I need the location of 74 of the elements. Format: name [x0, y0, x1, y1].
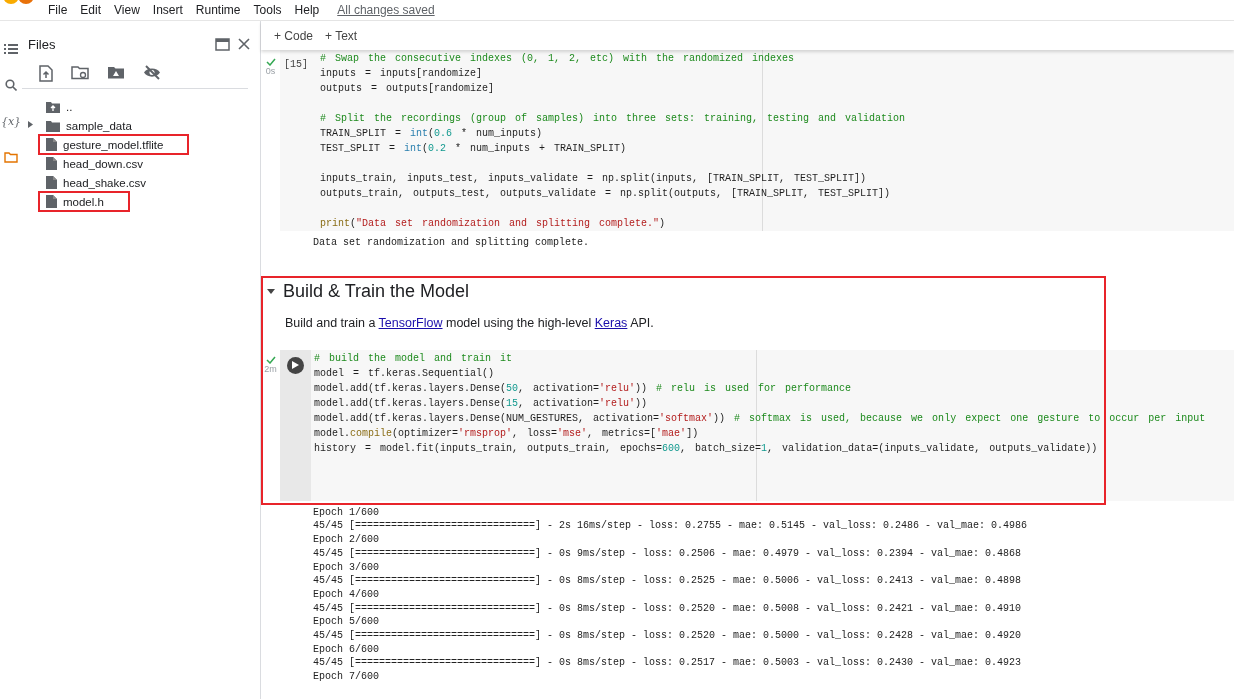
save-status-link[interactable]: All changes saved [337, 3, 435, 17]
drive-folder-icon[interactable] [107, 65, 125, 80]
output-line: Epoch 7/600 [313, 670, 380, 684]
folder-refresh-icon[interactable] [71, 65, 89, 80]
file-icon [46, 157, 57, 170]
play-icon [292, 361, 299, 370]
menu-item[interactable]: View [114, 3, 140, 17]
link[interactable]: TensorFlow [378, 315, 443, 330]
file-icon [46, 176, 57, 189]
caret-down-icon[interactable] [267, 288, 275, 295]
toolbar-button[interactable]: + Code [274, 28, 314, 43]
run-duration: 2m [264, 363, 277, 374]
code-line: TEST_SPLIT = int(0.2 * num_inputs + TRAIN_SPLIT) [320, 142, 628, 156]
run-duration: 0s [265, 66, 276, 76]
output-line: Data set randomization and splitting complete. [313, 236, 591, 250]
menu-item[interactable]: File [48, 3, 68, 17]
output-line: Epoch 3/600 [313, 560, 380, 575]
code-line: TRAIN_SPLIT = int(0.6 * num_inputs) [320, 127, 544, 141]
variables-tab[interactable]: {x} [0, 114, 22, 128]
code-line: model.add(tf.keras.layers.Dense(NUM_GESTURES, activation='softmax')) # softmax is used, because we only expect one gesture to occur per input [314, 411, 1207, 426]
file-name[interactable]: sample_data [66, 119, 132, 132]
code-line: model.add(tf.keras.layers.Dense(50, activation='relu')) # relu is used for performance [314, 381, 853, 396]
code-line: # Split the recordings (group of samples) into three sets: training, testing and validation [320, 112, 907, 126]
file-name[interactable]: gesture_model.tflite [63, 138, 164, 151]
code-line: outputs = outputs[randomize] [320, 82, 496, 96]
caret-right-icon[interactable] [27, 121, 34, 128]
output-line: 45/45 [==============================] - 0s 8ms/step - loss: 0.2520 - mae: 0.5008 - val_loss: 0.2421 - val_mae: 0.4910 [313, 601, 1023, 616]
eye-off-icon[interactable] [143, 65, 161, 80]
code-line: # build the model and train it [314, 351, 514, 366]
file-name[interactable]: model.h [63, 195, 104, 208]
code-line: outputs_train, outputs_test, outputs_validate = np.split(outputs, [TRAIN_SPLIT, TEST_SPLIT]) [320, 187, 892, 201]
file-name[interactable]: .. [66, 100, 73, 113]
menu-item[interactable]: Edit [80, 3, 102, 17]
code-line: inputs_train, inputs_test, inputs_validate = np.split(inputs, [TRAIN_SPLIT, TEST_SPLIT]) [320, 172, 868, 186]
file-upload-icon[interactable] [39, 65, 53, 82]
file-name[interactable]: head_shake.csv [63, 176, 147, 189]
folder-icon[interactable] [4, 151, 18, 163]
section-heading: Build & Train the Model [283, 281, 470, 303]
menu-item[interactable]: Insert [152, 3, 183, 17]
folder-icon [46, 119, 60, 132]
execution-count: [15] [283, 58, 309, 72]
link[interactable]: Keras [594, 315, 628, 330]
output-line: 45/45 [==============================] - 0s 8ms/step - loss: 0.2517 - mae: 0.5003 - val_loss: 0.2430 - val_mae: 0.4923 [313, 656, 1023, 671]
file-name[interactable]: head_down.csv [63, 157, 143, 170]
output-line: Epoch 5/600 [313, 615, 380, 630]
menu-item[interactable]: Runtime [195, 3, 241, 17]
output-line: 45/45 [==============================] - 0s 8ms/step - loss: 0.2525 - mae: 0.5006 - val_loss: 0.2413 - val_mae: 0.4898 [313, 574, 1023, 588]
output-line: 45/45 [==============================] - 0s 8ms/step - loss: 0.2520 - mae: 0.5000 - val_loss: 0.2428 - val_mae: 0.4920 [313, 629, 1023, 643]
file-icon [46, 195, 57, 208]
code-line: # Swap the consecutive indexes (0, 1, 2, etc) with the randomized indexes [320, 52, 796, 66]
panel-title: Files [28, 36, 56, 52]
search-icon[interactable] [5, 79, 17, 91]
output-line: Epoch 6/600 [313, 642, 380, 657]
menu-item[interactable]: Tools [253, 3, 282, 17]
close-icon[interactable] [238, 38, 250, 50]
output-line: Epoch 4/600 [313, 587, 380, 602]
intro-text: Build and train a TensorFlow model using the high-level Keras API. [284, 314, 655, 332]
code-line: model = tf.keras.Sequential() [314, 366, 496, 381]
code-line: print("Data set randomization and splitting complete.") [320, 217, 667, 231]
window-icon[interactable] [215, 37, 230, 51]
output-line: Epoch 2/600 [313, 533, 380, 547]
toolbar-button[interactable]: + Text [325, 28, 358, 43]
folder-up-icon [46, 100, 60, 113]
output-line: 45/45 [==============================] - 0s 9ms/step - loss: 0.2506 - mae: 0.4979 - val_loss: 0.2394 - val_mae: 0.4868 [313, 546, 1023, 561]
output-line: Epoch 1/600 [313, 505, 380, 520]
code-line: model.add(tf.keras.layers.Dense(15, activation='relu')) [314, 396, 649, 411]
menu-icon[interactable] [4, 43, 18, 55]
code-line: history = model.fit(inputs_train, outputs_train, epochs=600, batch_size=1, validation_data=(inputs_validate, outputs_validate)) [314, 441, 1099, 456]
run-button[interactable] [287, 356, 304, 374]
file-icon [46, 138, 57, 151]
code-line: inputs = inputs[randomize] [320, 67, 484, 81]
output-line: 45/45 [==============================] - 2s 16ms/step - loss: 0.2755 - mae: 0.5145 - val_loss: 0.2486 - val_mae: 0.4986 [313, 519, 1029, 534]
code-line: model.compile(optimizer='rmsprop', loss='mse', metrics=['mae']) [314, 426, 700, 441]
menu-item[interactable]: Help [294, 3, 320, 17]
